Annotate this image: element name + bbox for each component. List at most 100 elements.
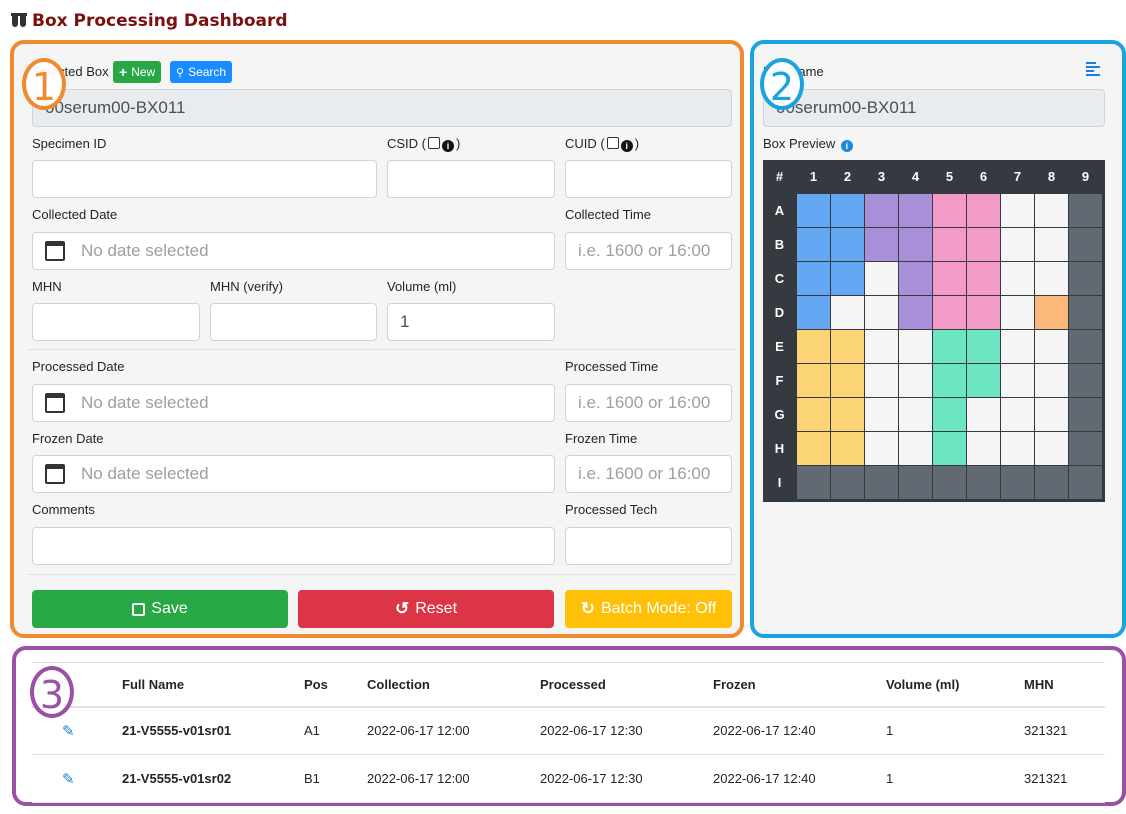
processed-tech-input[interactable]: [565, 527, 732, 565]
box-slot-G2[interactable]: [831, 398, 864, 431]
box-slot-H2[interactable]: [831, 432, 864, 465]
info-icon[interactable]: i: [620, 140, 633, 152]
box-slot-D9[interactable]: [1069, 296, 1102, 329]
box-slot-B7[interactable]: [1001, 228, 1034, 261]
box-slot-I8[interactable]: [1035, 466, 1068, 499]
edit-icon[interactable]: ✎: [62, 771, 75, 788]
box-slot-E5[interactable]: [933, 330, 966, 363]
cuid-input[interactable]: [565, 160, 732, 198]
box-slot-D1[interactable]: [797, 296, 830, 329]
box-slot-I7[interactable]: [1001, 466, 1034, 499]
box-slot-G5[interactable]: [933, 398, 966, 431]
box-slot-F5[interactable]: [933, 364, 966, 397]
box-slot-D6[interactable]: [967, 296, 1000, 329]
box-slot-B6[interactable]: [967, 228, 1000, 261]
box-slot-C4[interactable]: [899, 262, 932, 295]
processed-time-input[interactable]: i.e. 1600 or 16:00: [565, 384, 732, 422]
box-slot-E3[interactable]: [865, 330, 898, 363]
box-slot-I1[interactable]: [797, 466, 830, 499]
box-slot-B5[interactable]: [933, 228, 966, 261]
box-slot-I9[interactable]: [1069, 466, 1102, 499]
box-slot-E6[interactable]: [967, 330, 1000, 363]
box-slot-F9[interactable]: [1069, 364, 1102, 397]
cuid-checkbox[interactable]: [606, 137, 619, 149]
box-slot-D7[interactable]: [1001, 296, 1034, 329]
collected-date-picker[interactable]: No date selected: [32, 232, 555, 270]
box-slot-G1[interactable]: [797, 398, 830, 431]
volume-input[interactable]: 1: [387, 303, 555, 341]
edit-icon[interactable]: ✎: [62, 723, 75, 740]
box-slot-B8[interactable]: [1035, 228, 1068, 261]
box-slot-B1[interactable]: [797, 228, 830, 261]
box-slot-B4[interactable]: [899, 228, 932, 261]
selected-box-field[interactable]: 00serum00-BX011: [32, 89, 732, 127]
specimen-id-input[interactable]: [32, 160, 377, 198]
batch-mode-button[interactable]: ↻ Batch Mode: Off: [565, 590, 732, 628]
box-slot-D8[interactable]: [1035, 296, 1068, 329]
table-row[interactable]: ✎ 21-V5555-v01sr02 B1 2022-06-17 12:00 2…: [32, 754, 1105, 803]
box-slot-E4[interactable]: [899, 330, 932, 363]
info-icon[interactable]: i: [442, 140, 454, 152]
box-slot-F4[interactable]: [899, 364, 932, 397]
box-slot-F7[interactable]: [1001, 364, 1034, 397]
save-button[interactable]: Save: [32, 590, 288, 628]
box-slot-H5[interactable]: [933, 432, 966, 465]
box-slot-A5[interactable]: [933, 194, 966, 227]
list-icon[interactable]: [1086, 61, 1100, 76]
box-slot-C7[interactable]: [1001, 262, 1034, 295]
box-slot-A2[interactable]: [831, 194, 864, 227]
box-slot-A7[interactable]: [1001, 194, 1034, 227]
box-slot-A6[interactable]: [967, 194, 1000, 227]
csid-checkbox[interactable]: [428, 137, 440, 149]
info-icon[interactable]: i: [840, 140, 853, 152]
box-slot-G7[interactable]: [1001, 398, 1034, 431]
table-row[interactable]: ✎ 21-V5555-v01sr01 A1 2022-06-17 12:00 2…: [32, 706, 1105, 755]
box-slot-G4[interactable]: [899, 398, 932, 431]
frozen-date-picker[interactable]: No date selected: [32, 455, 555, 493]
box-slot-F3[interactable]: [865, 364, 898, 397]
box-slot-C3[interactable]: [865, 262, 898, 295]
box-slot-A8[interactable]: [1035, 194, 1068, 227]
box-slot-C1[interactable]: [797, 262, 830, 295]
box-slot-I2[interactable]: [831, 466, 864, 499]
box-slot-I3[interactable]: [865, 466, 898, 499]
box-slot-H8[interactable]: [1035, 432, 1068, 465]
box-slot-E8[interactable]: [1035, 330, 1068, 363]
box-slot-F1[interactable]: [797, 364, 830, 397]
box-slot-E7[interactable]: [1001, 330, 1034, 363]
box-slot-H1[interactable]: [797, 432, 830, 465]
box-slot-B2[interactable]: [831, 228, 864, 261]
mhn-input[interactable]: [32, 303, 200, 341]
box-slot-H6[interactable]: [967, 432, 1000, 465]
box-slot-E2[interactable]: [831, 330, 864, 363]
csid-input[interactable]: [387, 160, 555, 198]
box-slot-G6[interactable]: [967, 398, 1000, 431]
box-slot-I5[interactable]: [933, 466, 966, 499]
box-slot-H4[interactable]: [899, 432, 932, 465]
box-slot-A1[interactable]: [797, 194, 830, 227]
box-slot-I4[interactable]: [899, 466, 932, 499]
box-slot-H9[interactable]: [1069, 432, 1102, 465]
box-slot-C9[interactable]: [1069, 262, 1102, 295]
frozen-time-input[interactable]: i.e. 1600 or 16:00: [565, 455, 732, 493]
comments-input[interactable]: [32, 527, 555, 565]
box-slot-D3[interactable]: [865, 296, 898, 329]
processed-date-picker[interactable]: No date selected: [32, 384, 555, 422]
box-slot-C2[interactable]: [831, 262, 864, 295]
box-slot-D5[interactable]: [933, 296, 966, 329]
box-slot-A4[interactable]: [899, 194, 932, 227]
box-slot-E9[interactable]: [1069, 330, 1102, 363]
box-slot-B9[interactable]: [1069, 228, 1102, 261]
box-slot-C8[interactable]: [1035, 262, 1068, 295]
box-slot-H7[interactable]: [1001, 432, 1034, 465]
new-box-button[interactable]: + New: [113, 61, 162, 83]
reset-button[interactable]: ↺ Reset: [298, 590, 554, 628]
box-slot-C6[interactable]: [967, 262, 1000, 295]
collected-time-input[interactable]: i.e. 1600 or 16:00: [565, 232, 732, 270]
box-slot-F2[interactable]: [831, 364, 864, 397]
box-slot-H3[interactable]: [865, 432, 898, 465]
box-slot-A3[interactable]: [865, 194, 898, 227]
box-slot-A9[interactable]: [1069, 194, 1102, 227]
box-slot-D4[interactable]: [899, 296, 932, 329]
box-slot-F8[interactable]: [1035, 364, 1068, 397]
